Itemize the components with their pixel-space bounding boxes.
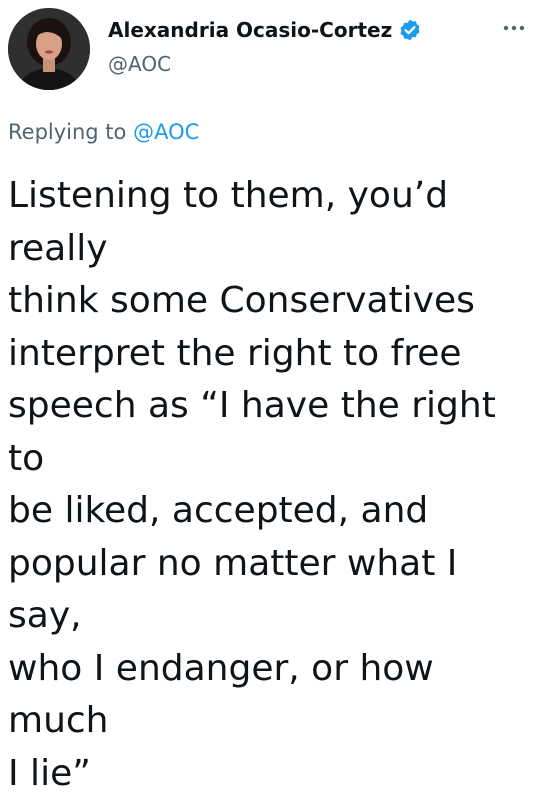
- author-row: Alexandria Ocasio-Cortez: [108, 18, 422, 42]
- verified-badge-icon: [398, 18, 422, 42]
- avatar[interactable]: [8, 8, 90, 90]
- replying-to-link[interactable]: @AOC: [133, 120, 199, 144]
- author-display-name[interactable]: Alexandria Ocasio-Cortez: [108, 18, 392, 42]
- tweet-text: Listening to them, you’d really think so…: [8, 175, 496, 794]
- replying-to-label: Replying to: [8, 120, 134, 144]
- more-options-icon[interactable]: [500, 14, 528, 42]
- tweet: Alexandria Ocasio-Cortez @AOC Replying t…: [0, 0, 536, 794]
- replying-to: Replying to @AOC: [8, 120, 199, 144]
- avatar-image: [8, 8, 90, 90]
- author-handle[interactable]: @AOC: [108, 52, 171, 76]
